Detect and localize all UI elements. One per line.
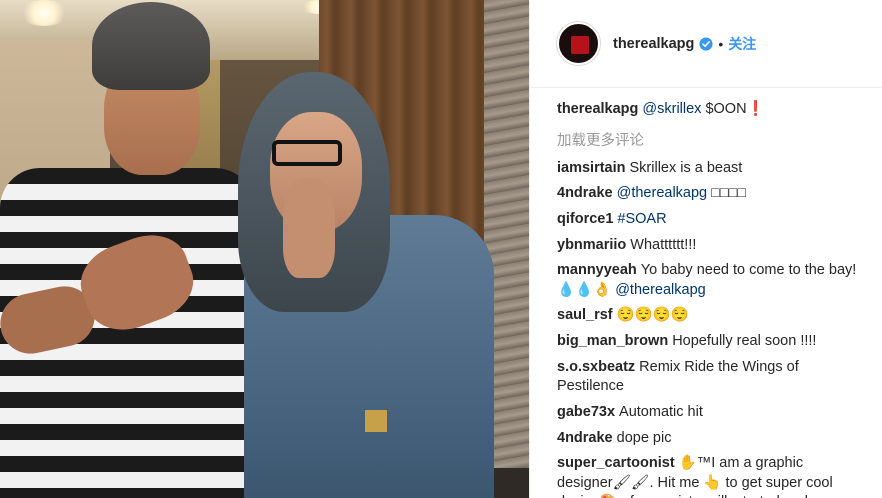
verified-badge-icon (699, 36, 713, 51)
ceiling-light (20, 0, 68, 26)
comment-mention[interactable]: @therealkapg (617, 185, 708, 201)
caption-mention[interactable]: @skrillex (642, 101, 701, 117)
comment-username[interactable]: 4ndrake (557, 185, 613, 201)
comment-username[interactable]: gabe73x (557, 404, 615, 420)
comment-username[interactable]: qiforce1 (557, 211, 613, 227)
person-left-beanie (92, 2, 210, 90)
comment-hashtag[interactable]: #SOAR (617, 211, 666, 227)
comment-row: qiforce1 #SOAR (557, 210, 857, 230)
comment-row: 4ndrake dope pic (557, 429, 857, 449)
person-right-hands (283, 178, 335, 278)
comment-text: Hopefully real soon !!!! (672, 333, 817, 350)
comment-username[interactable]: ybnmariio (557, 237, 626, 253)
comment-text: □□□□ (711, 185, 747, 202)
comment-row: saul_rsf 😌😌😌😌 (557, 306, 857, 326)
header-username[interactable]: therealkapg (613, 36, 694, 52)
post-header: therealkapg • 关注 (530, 0, 882, 88)
comment-username[interactable]: big_man_brown (557, 333, 668, 349)
post-photo[interactable] (0, 0, 529, 498)
comment-list: therealkapg @skrillex $OON❗ 加载更多评论 iamsir… (557, 100, 857, 498)
comment-row: iamsirtain Skrillex is a beast (557, 159, 857, 179)
caption-text: $OON❗ (705, 101, 765, 117)
comment-row: super_cartoonist ✋™I am a graphic designe… (557, 454, 857, 498)
comment-username[interactable]: 4ndrake (557, 430, 613, 446)
comment-row: big_man_brown Hopefully real soon !!!! (557, 332, 857, 352)
comment-username[interactable]: iamsirtain (557, 160, 626, 176)
comment-username[interactable]: mannyyeah (557, 262, 637, 278)
comment-row: 4ndrake @therealkapg □□□□ (557, 184, 857, 204)
comment-text: Skrillex is a beast (629, 159, 743, 176)
comment-mention[interactable]: @therealkapg (615, 282, 706, 298)
avatar[interactable] (557, 22, 600, 65)
comment-text: 😌😌😌😌 (616, 307, 689, 324)
load-more-comments-button[interactable]: 加载更多评论 (557, 129, 857, 150)
header-separator: • (718, 35, 724, 52)
comment-username[interactable]: saul_rsf (557, 307, 613, 323)
follow-button[interactable]: 关注 (728, 34, 756, 54)
instagram-post: therealkapg • 关注 therealkapg @skrillex $O… (0, 0, 882, 498)
comment-row: ybnmariio Whatttttt!!! (557, 236, 857, 256)
comments-panel: therealkapg • 关注 therealkapg @skrillex $O… (529, 0, 882, 498)
caption-username[interactable]: therealkapg (557, 101, 638, 117)
comment-row: gabe73x Automatic hit (557, 403, 857, 423)
person-right-glasses (272, 140, 342, 166)
comment-username[interactable]: super_cartoonist (557, 455, 675, 471)
comment-text: Whatttttt!!! (630, 236, 697, 253)
comment-username[interactable]: s.o.sxbeatz (557, 359, 635, 375)
jacket-patch (365, 410, 387, 432)
comment-text: dope pic (616, 429, 672, 446)
post-caption: therealkapg @skrillex $OON❗ (557, 100, 857, 120)
comment-row: s.o.sxbeatz Remix Ride the Wings of Pesti… (557, 358, 857, 397)
comment-text: Automatic hit (619, 404, 703, 420)
comment-row: mannyyeah Yo baby need to come to the bay… (557, 261, 857, 300)
